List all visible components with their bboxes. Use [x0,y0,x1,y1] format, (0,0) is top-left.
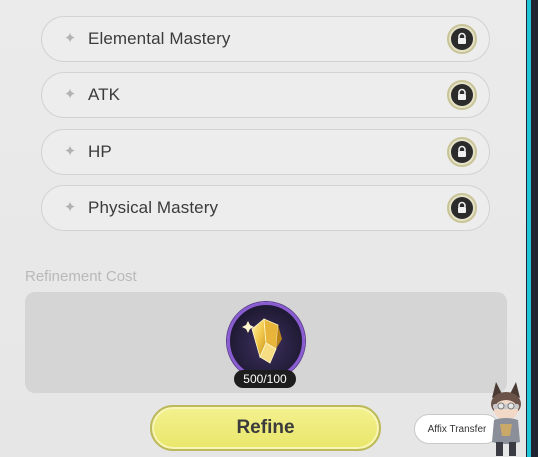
lock-button[interactable] [447,80,477,110]
right-edge-bar [526,0,538,457]
four-point-star-icon: ✦ [63,30,77,47]
affix-row-atk[interactable]: ✦ ATK [41,72,490,118]
affix-label: HP [88,142,112,161]
lock-button[interactable] [447,24,477,54]
lock-button[interactable] [447,137,477,167]
material-slot[interactable] [227,302,305,380]
golden-crystal-icon [242,318,282,364]
material-owned: 500 [243,372,264,386]
padlock-icon [451,197,473,219]
four-point-star-icon: ✦ [63,143,77,160]
four-point-star-icon: ✦ [63,199,77,216]
affix-row-hp[interactable]: ✦ HP [41,129,490,175]
affix-label: Elemental Mastery [88,29,231,48]
affix-row-physical-mastery[interactable]: ✦ Physical Mastery [41,185,490,231]
affix-row-elemental-mastery[interactable]: ✦ Elemental Mastery [41,16,490,62]
refine-button[interactable]: Refine [150,405,381,451]
affix-label: ATK [88,85,121,104]
padlock-icon [451,141,473,163]
lock-button[interactable] [447,193,477,223]
material-count: 500/100 [234,370,296,388]
affix-label: Physical Mastery [88,198,219,217]
four-point-star-icon: ✦ [63,86,77,103]
refinement-cost-label: Refinement Cost [25,268,137,285]
padlock-icon [451,28,473,50]
character-avatar [491,382,521,456]
material-required: /100 [263,372,287,386]
padlock-icon [451,84,473,106]
